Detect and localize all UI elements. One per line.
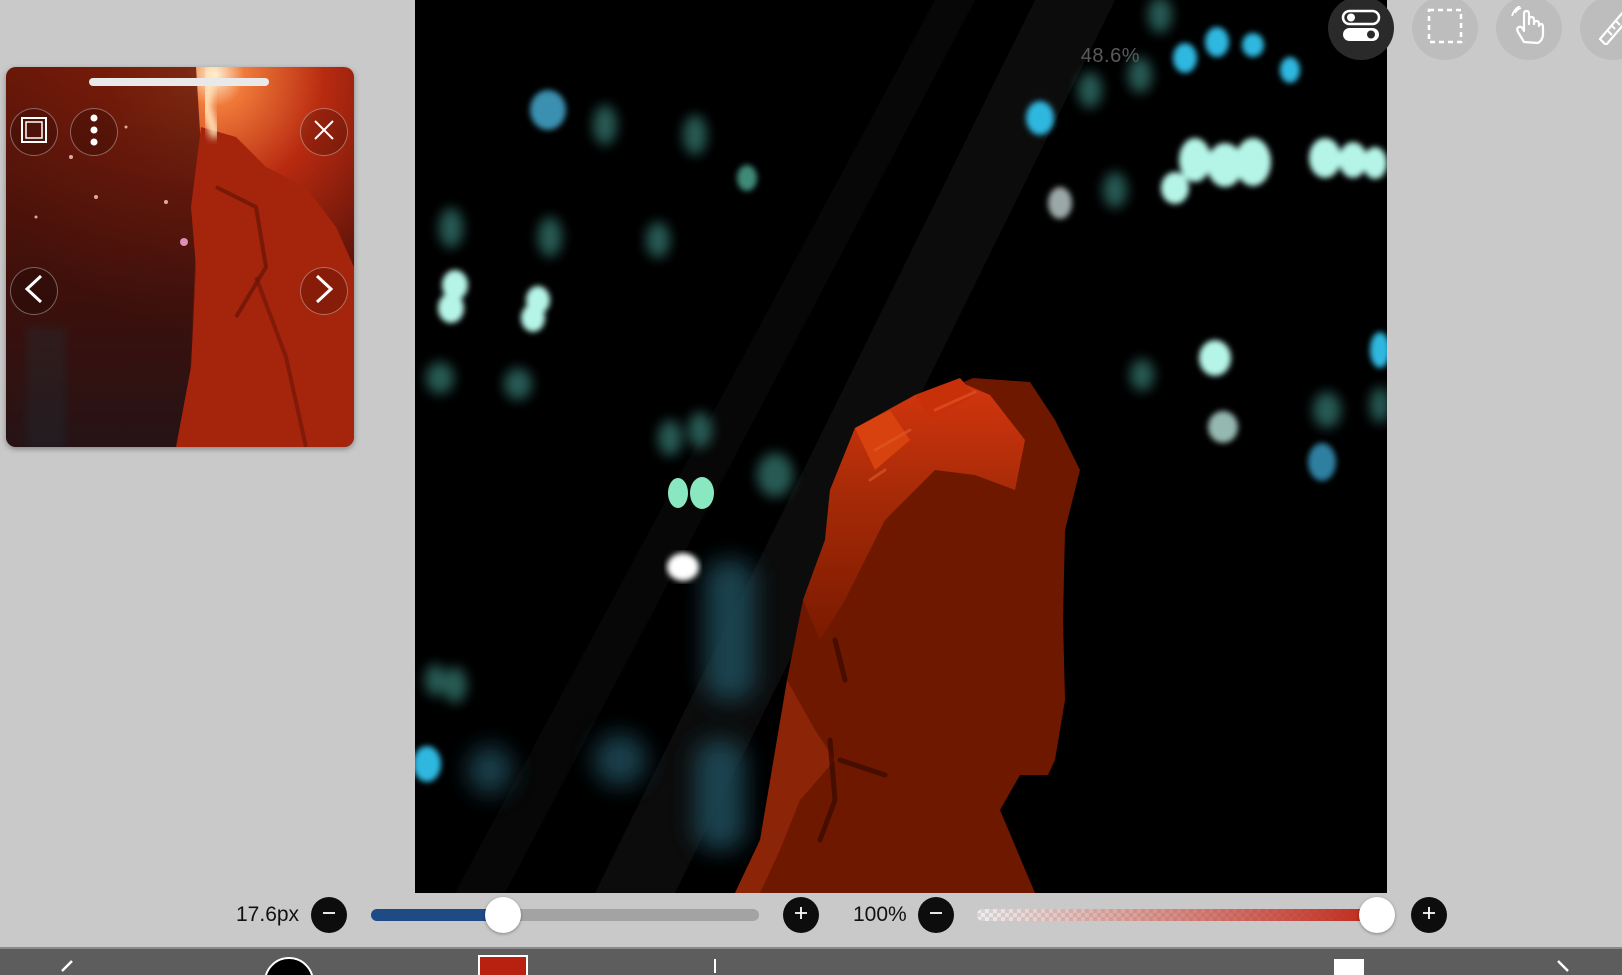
app-window: 48.6% 17.6px 100% — [0, 0, 1622, 975]
color-swatch-icon[interactable] — [478, 955, 528, 975]
close-icon — [313, 119, 335, 146]
plus-icon — [794, 906, 808, 925]
reference-drag-handle[interactable] — [89, 78, 269, 86]
brush-size-fill — [371, 909, 503, 921]
bottom-toolbar — [0, 947, 1622, 975]
minus-icon — [929, 906, 943, 925]
canvas-artwork — [415, 0, 1387, 893]
brush-opacity-slider[interactable] — [977, 909, 1377, 921]
chevron-left-icon — [24, 274, 44, 309]
reference-next-button[interactable] — [300, 267, 348, 315]
opacity-decrease-button[interactable] — [918, 897, 954, 933]
brush-opacity-fill — [977, 909, 1377, 921]
reference-menu-button[interactable] — [70, 108, 118, 156]
brush-size-label: 17.6px — [236, 903, 300, 926]
plus-icon — [1422, 906, 1436, 925]
opacity-increase-button[interactable] — [1411, 897, 1447, 933]
brush-size-decrease-button[interactable] — [311, 897, 347, 933]
zoom-level-label: 48.6% — [1080, 45, 1140, 67]
undo-icon[interactable] — [58, 957, 82, 975]
toggle-icon — [1341, 8, 1381, 49]
redo-icon[interactable] — [1548, 957, 1572, 975]
layer-thumbnail-icon[interactable] — [1334, 959, 1364, 975]
ruler-tool-button[interactable] — [1580, 0, 1622, 60]
chevron-right-icon — [314, 274, 334, 309]
brush-size-slider-knob[interactable] — [484, 897, 521, 933]
square-icon — [19, 115, 49, 150]
brush-opacity-label: 100% — [853, 903, 907, 926]
brush-size-slider[interactable] — [371, 909, 759, 921]
more-vertical-icon — [88, 112, 100, 153]
selection-tool-button[interactable] — [1412, 0, 1478, 60]
reference-close-button[interactable] — [300, 108, 348, 156]
brush-opacity-slider-knob[interactable] — [1359, 897, 1395, 933]
reference-window[interactable] — [6, 67, 354, 447]
ruler-icon — [1594, 7, 1622, 50]
layer-icon[interactable] — [714, 959, 716, 973]
minus-icon — [322, 906, 336, 925]
drawing-canvas[interactable]: 48.6% — [415, 0, 1387, 893]
selection-icon — [1426, 7, 1464, 50]
hand-icon — [1510, 4, 1548, 51]
reference-fit-button[interactable] — [10, 108, 58, 156]
reference-previous-button[interactable] — [10, 267, 58, 315]
color-circle-icon[interactable] — [264, 957, 314, 975]
brush-size-increase-button[interactable] — [783, 897, 819, 933]
hand-tool-button[interactable] — [1496, 0, 1562, 60]
